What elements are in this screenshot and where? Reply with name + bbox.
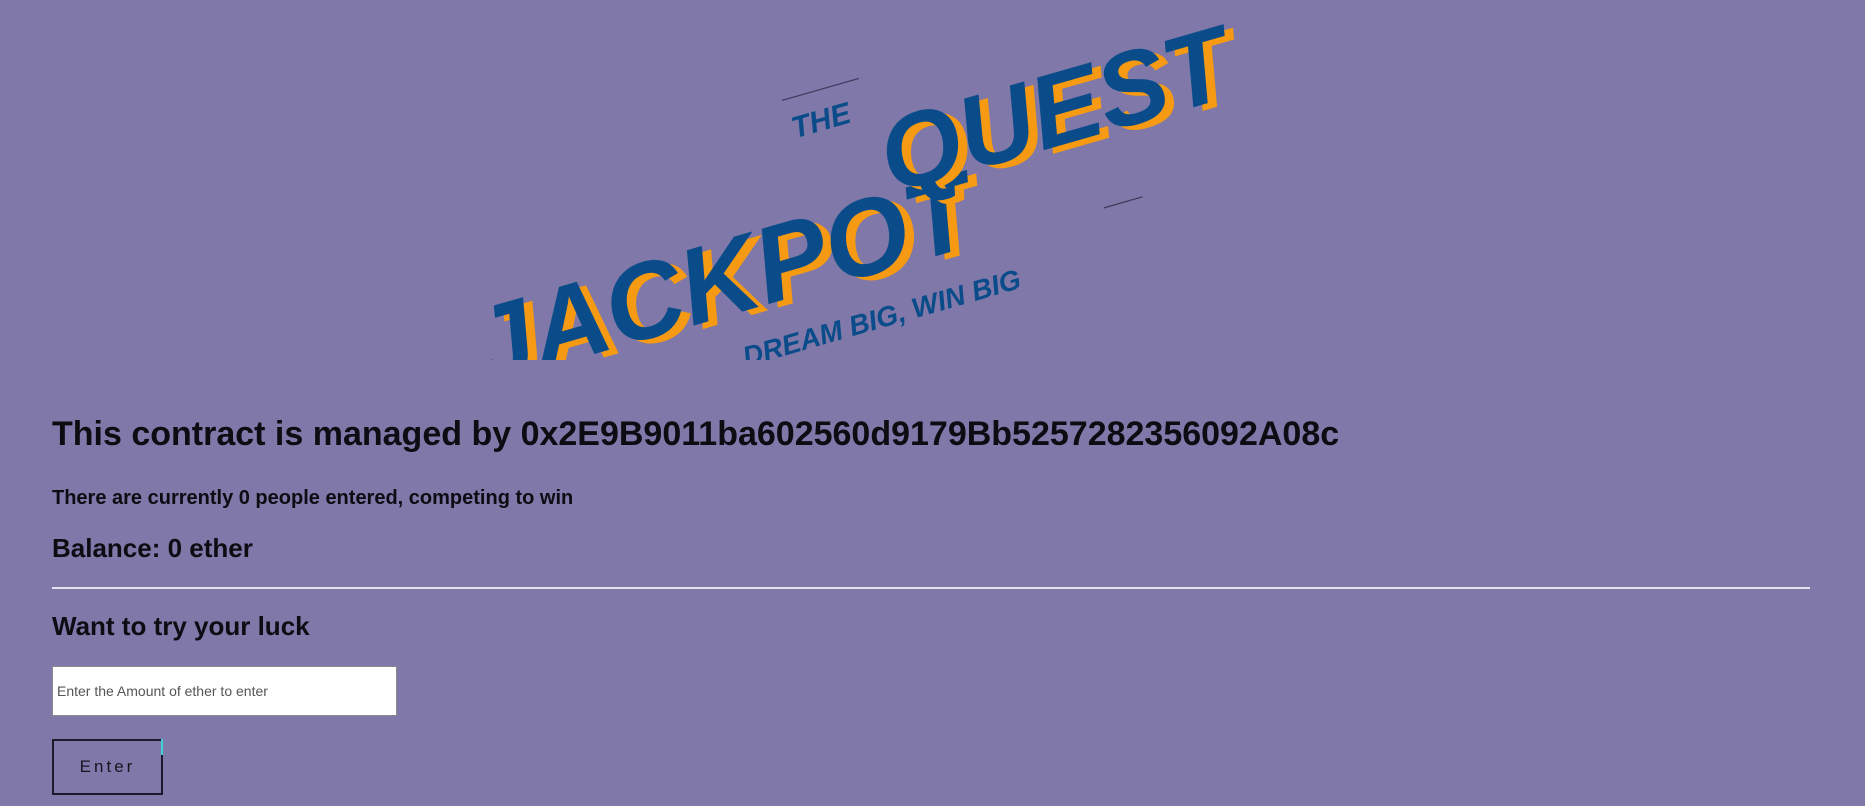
logo-graphic: THE JACKPOT JACKPOT QUEST QUEST DREAM BI… bbox=[457, 4, 1259, 360]
divider bbox=[52, 587, 1810, 589]
main-content: This contract is managed by 0x2E9B9011ba… bbox=[52, 414, 1810, 795]
enter-button[interactable]: Enter bbox=[52, 739, 163, 795]
logo-the: THE bbox=[788, 97, 856, 146]
logo-line-top bbox=[781, 77, 860, 102]
ether-amount-input[interactable] bbox=[52, 666, 397, 716]
players-count-text: There are currently 0 people entered, co… bbox=[52, 487, 574, 509]
entry-form-heading: Want to try your luck bbox=[52, 611, 310, 641]
logo-quest: QUEST bbox=[866, 4, 1250, 216]
logo-line-right bbox=[1103, 196, 1143, 209]
jackpot-quest-logo: THE JACKPOT JACKPOT QUEST QUEST DREAM BI… bbox=[440, 0, 1440, 360]
balance-text: Balance: 0 ether bbox=[52, 533, 253, 563]
contract-manager-text: This contract is managed by 0x2E9B9011ba… bbox=[52, 415, 1340, 453]
